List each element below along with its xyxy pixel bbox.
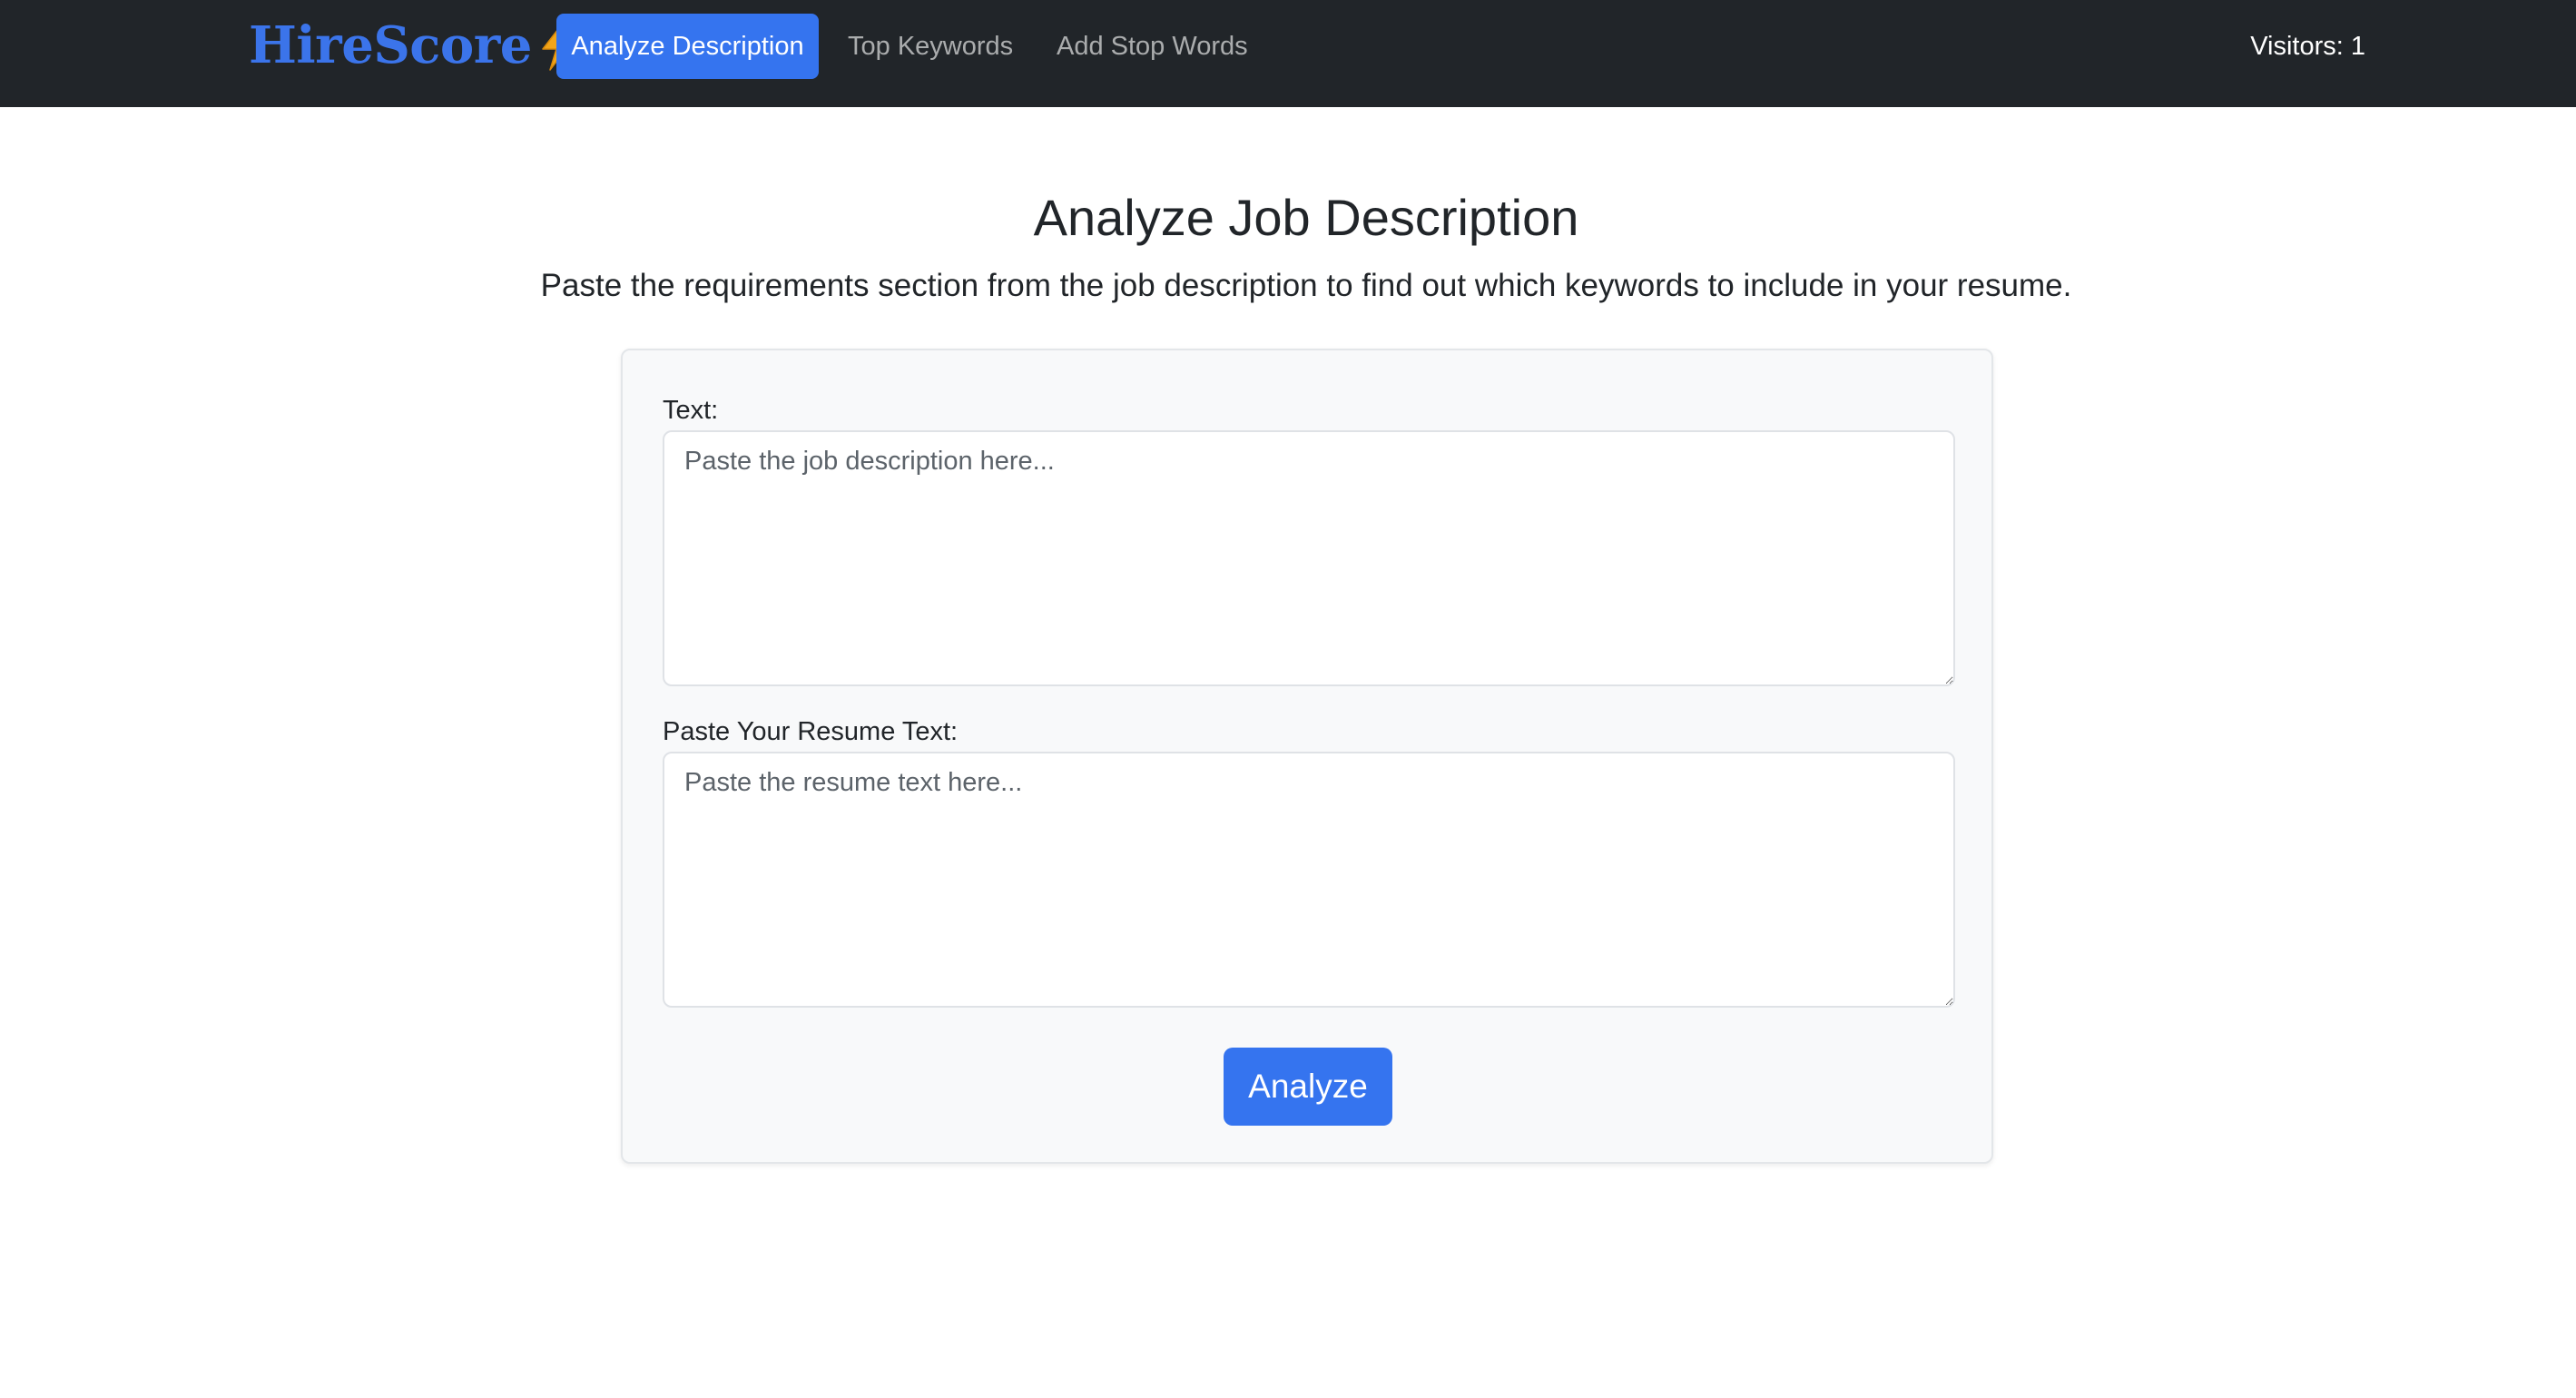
resume-textarea[interactable] <box>663 752 1955 1008</box>
page-title: Analyze Job Description <box>1033 189 1579 246</box>
brand-logo[interactable]: HireScore <box>249 13 579 78</box>
nav-analyze-description[interactable]: Analyze Description <box>556 14 819 79</box>
navbar: HireScore Analyze Description Top Keywor… <box>0 0 2576 107</box>
analyze-form-card: Text: Paste Your Resume Text: Analyze <box>621 349 1993 1164</box>
visitor-count: Visitors: 1 <box>2250 31 2365 61</box>
nav-label: Analyze Description <box>571 31 804 61</box>
analyze-button[interactable]: Analyze <box>1224 1048 1392 1126</box>
resume-text-label: Paste Your Resume Text: <box>663 717 959 746</box>
brand-name: HireScore <box>249 15 532 75</box>
page-subtitle: Paste the requirements section from the … <box>540 268 2072 303</box>
nav-add-stop-words[interactable]: Add Stop Words <box>1057 14 1248 79</box>
job-description-textarea[interactable] <box>663 430 1955 686</box>
nav-top-keywords[interactable]: Top Keywords <box>848 14 1013 79</box>
nav-label: Add Stop Words <box>1057 31 1248 61</box>
job-description-label: Text: <box>663 396 719 425</box>
nav-label: Top Keywords <box>848 31 1014 61</box>
